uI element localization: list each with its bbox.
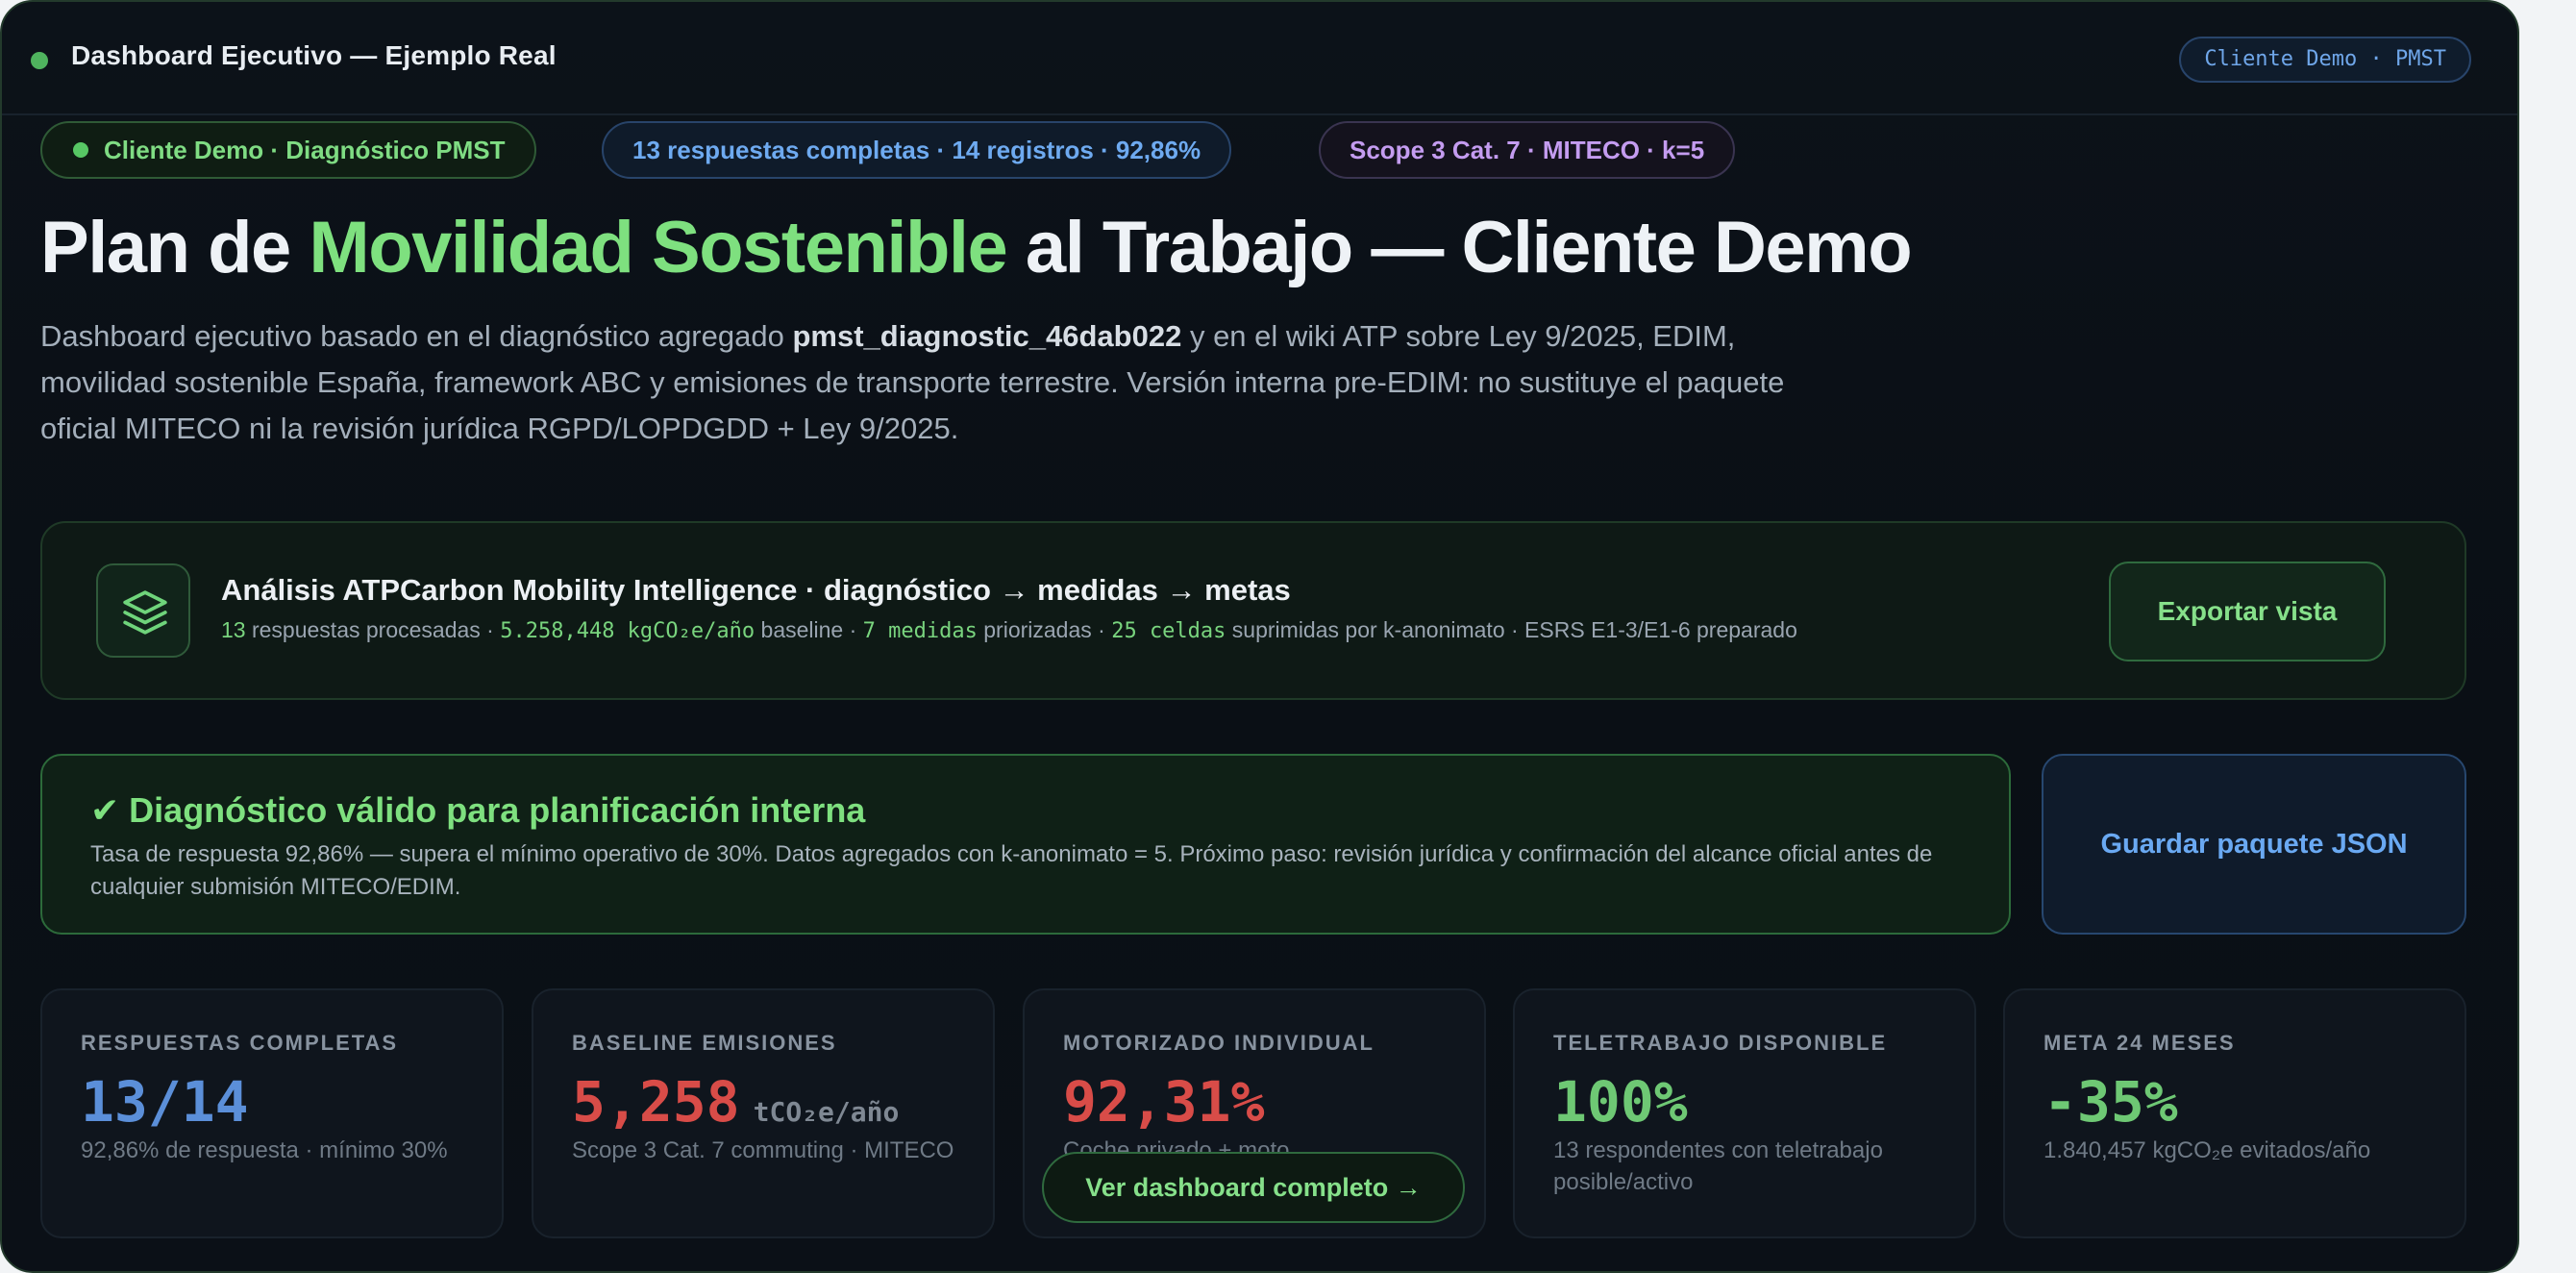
responses-pill: 13 respuestas completas · 14 registros ·… xyxy=(602,121,1232,179)
diagnostic-id: pmst_diagnostic_46dab022 xyxy=(792,319,1182,353)
window-title: Dashboard Ejecutivo — Ejemplo Real xyxy=(71,40,557,70)
validity-card: ✔ Diagnóstico válido para planificación i… xyxy=(40,754,2011,935)
layers-icon xyxy=(96,563,190,658)
kpi-card-target: META 24 MESES -35% 1.840,457 kgCO₂e evit… xyxy=(2003,988,2466,1238)
kpi-value-number: -35% xyxy=(2043,1069,2178,1135)
kpi-value: 13/14 xyxy=(81,1069,249,1135)
client-diagnostic-label: Cliente Demo · Diagnóstico PMST xyxy=(104,136,506,164)
kpi-card-baseline: BASELINE EMISIONES 5,258 tCO₂e/año Scope … xyxy=(532,988,995,1238)
check-icon: ✔ xyxy=(90,790,120,830)
app-window: Dashboard Ejecutivo — Ejemplo Real Clien… xyxy=(0,0,2519,1273)
kpi-label: BASELINE EMISIONES xyxy=(572,1031,837,1055)
baseline-value: 5.258,448 kgCO₂e/año xyxy=(500,619,755,643)
kpi-label: TELETRABAJO DISPONIBLE xyxy=(1553,1031,1888,1055)
view-full-dashboard-button[interactable]: Ver dashboard completo → xyxy=(1042,1152,1465,1223)
kpi-value-number: 92,31% xyxy=(1063,1069,1265,1135)
kpi-label: META 24 MESES xyxy=(2043,1031,2236,1055)
kpi-value-number: 13/14 xyxy=(81,1069,249,1135)
analysis-card: Análisis ATPCarbon Mobility Intelligence… xyxy=(40,521,2466,700)
responses-count: 13 xyxy=(221,617,246,642)
title-bar: Dashboard Ejecutivo — Ejemplo Real Clien… xyxy=(2,2,2517,115)
kpi-note: 13 respondentes con teletrabajo posible/… xyxy=(1553,1137,1883,1195)
kpi-note: 1.840,457 kgCO₂e evitados/año xyxy=(2043,1137,2371,1163)
validity-description: Tasa de respuesta 92,86% — supera el mín… xyxy=(90,841,1933,900)
validity-title: ✔ Diagnóstico válido para planificación i… xyxy=(90,790,865,831)
kpi-value: -35% xyxy=(2043,1069,2178,1135)
scope-pill: Scope 3 Cat. 7 · MITECO · k=5 xyxy=(1319,121,1736,179)
client-diagnostic-pill: Cliente Demo · Diagnóstico PMST xyxy=(40,121,536,179)
summary-text: suprimidas por k-anonimato · ESRS E1-3/E… xyxy=(1226,617,1797,642)
kpi-value: 5,258 tCO₂e/año xyxy=(572,1069,899,1135)
kpi-label: RESPUESTAS COMPLETAS xyxy=(81,1031,399,1055)
kpi-card-telework: TELETRABAJO DISPONIBLE 100% 13 responden… xyxy=(1513,988,1976,1238)
kpi-note: 92,86% de respuesta · mínimo 30% xyxy=(81,1137,448,1163)
kpi-value-number: 5,258 xyxy=(572,1069,740,1135)
kpi-card-responses: RESPUESTAS COMPLETAS 13/14 92,86% de res… xyxy=(40,988,504,1238)
kpi-value-number: 100% xyxy=(1553,1069,1688,1135)
page-title-accent: Movilidad Sostenible xyxy=(309,207,1007,288)
green-dot-icon xyxy=(73,142,88,158)
page-title-pre: Plan de xyxy=(40,207,310,288)
suppressed-cells-value: 25 celdas xyxy=(1111,619,1226,643)
analysis-summary: 13 respuestas procesadas · 5.258,448 kgC… xyxy=(221,617,1797,643)
kpi-value: 100% xyxy=(1553,1069,1688,1135)
save-json-button[interactable]: Guardar paquete JSON xyxy=(2042,754,2466,935)
kpi-label: MOTORIZADO INDIVIDUAL xyxy=(1063,1031,1375,1055)
validity-title-text: Diagnóstico válido para planificación in… xyxy=(129,790,866,830)
status-dot-icon xyxy=(31,52,48,69)
page-title: Plan de Movilidad Sostenible al Trabajo … xyxy=(40,206,1913,289)
kpi-unit: tCO₂e/año xyxy=(753,1096,900,1128)
kpi-note: Scope 3 Cat. 7 commuting · MITECO xyxy=(572,1137,954,1163)
page-description: Dashboard ejecutivo basado en el diagnós… xyxy=(40,313,1847,452)
desc-text-pre: Dashboard ejecutivo basado en el diagnós… xyxy=(40,319,793,353)
measures-value: 7 medidas xyxy=(862,619,978,643)
summary-text: priorizadas · xyxy=(977,617,1112,642)
summary-text: baseline · xyxy=(755,617,863,642)
export-view-button[interactable]: Exportar vista xyxy=(2109,562,2386,661)
analysis-title: Análisis ATPCarbon Mobility Intelligence… xyxy=(221,573,1291,607)
page-title-post: al Trabajo — Cliente Demo xyxy=(1006,207,1913,288)
client-badge: Cliente Demo · PMST xyxy=(2179,37,2471,83)
summary-text: respuestas procesadas · xyxy=(245,617,501,642)
kpi-value: 92,31% xyxy=(1063,1069,1265,1135)
